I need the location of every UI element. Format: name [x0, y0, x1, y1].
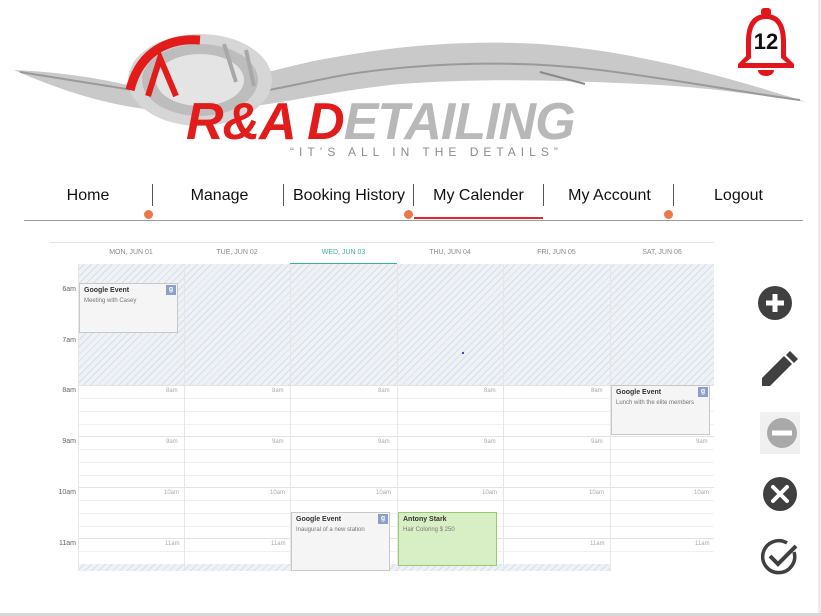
- half-hour-line: [78, 462, 714, 463]
- nav-logout[interactable]: Logout: [674, 178, 803, 219]
- slot-label: 9am: [378, 439, 390, 445]
- hour-label: 10am: [58, 489, 76, 496]
- notification-count: 12: [753, 29, 779, 54]
- day-column-line: [184, 264, 185, 571]
- slot-label: 10am: [164, 490, 180, 496]
- slot-label: 8am: [272, 388, 284, 394]
- week-calendar: MON, JUN 01 TUE, JUN 02 WED, JUN 03 THU,…: [50, 242, 714, 574]
- remove-icon: [760, 412, 800, 454]
- slot-label: 11am: [165, 541, 180, 547]
- event-title: Google Event: [296, 516, 342, 523]
- event-title: Antony Stark: [403, 516, 447, 523]
- event-subtitle: Meeting with Casey: [84, 298, 137, 304]
- notifications-button[interactable]: 12: [734, 8, 798, 80]
- slot-label: 11am: [590, 541, 605, 547]
- day-header[interactable]: FRI, JUN 05: [503, 249, 610, 256]
- nav-separator: [152, 184, 153, 206]
- slot-label: 11am: [271, 541, 286, 547]
- calendar-event[interactable]: Google Event Inaugural of a new station …: [291, 512, 390, 571]
- slot-label: 9am: [696, 439, 708, 445]
- nav-my-account[interactable]: My Account: [544, 178, 675, 219]
- day-column-line: [503, 264, 504, 571]
- slot-label: 9am: [272, 439, 284, 445]
- slot-label: 10am: [694, 490, 710, 496]
- slot-label: 10am: [270, 490, 286, 496]
- remove-button[interactable]: [760, 412, 800, 454]
- brand-name-red: R&A D: [186, 93, 345, 151]
- calendar-event[interactable]: Google Event Lunch with the elite member…: [611, 385, 710, 435]
- nav-booking-history[interactable]: Booking History: [285, 178, 413, 219]
- brand-name-grey: ETAILING: [343, 93, 576, 151]
- day-header[interactable]: TUE, JUN 02: [184, 249, 290, 256]
- hour-line: [78, 538, 714, 539]
- day-header-today[interactable]: WED, JUN 03: [290, 249, 397, 256]
- calendar-grid[interactable]: 8am 8am 8am 8am 8am 9am 9am 9am 9am 9am …: [78, 264, 714, 571]
- slot-label: 10am: [482, 490, 498, 496]
- hour-label: 6am: [62, 286, 76, 293]
- slot-label: 8am: [378, 388, 390, 394]
- check-icon: [761, 538, 798, 575]
- calendar-event[interactable]: Google Event Meeting with Casey g: [79, 283, 178, 333]
- cursor-dot: [462, 352, 464, 354]
- google-icon: g: [698, 387, 708, 397]
- close-icon: [763, 477, 797, 511]
- nav-marker: [144, 210, 153, 219]
- half-hour-line: [78, 475, 714, 476]
- event-subtitle: Lunch with the elite members: [616, 400, 695, 406]
- calendar-header: MON, JUN 01 TUE, JUN 02 WED, JUN 03 THU,…: [50, 242, 714, 265]
- nav-home[interactable]: Home: [24, 178, 152, 219]
- nav-manage[interactable]: Manage: [154, 178, 285, 219]
- slot-label: 10am: [589, 490, 605, 496]
- brand-name: R&A DETAILING: [186, 93, 576, 151]
- event-subtitle: Inaugural of a new station: [296, 527, 365, 533]
- hour-label: 9am: [62, 438, 76, 445]
- confirm-button[interactable]: [761, 538, 799, 576]
- slot-label: 9am: [484, 439, 496, 445]
- hour-label: 11am: [59, 540, 76, 547]
- event-title: Google Event: [84, 287, 130, 294]
- half-hour-line: [78, 526, 714, 527]
- day-header[interactable]: SAT, JUN 06: [610, 249, 714, 256]
- half-hour-line: [78, 500, 714, 501]
- edit-icon: [762, 351, 798, 386]
- slot-label: 9am: [166, 439, 178, 445]
- google-icon: g: [166, 285, 176, 295]
- slot-label: 10am: [376, 490, 392, 496]
- nav-separator: [283, 184, 284, 206]
- hour-line: [78, 436, 714, 437]
- event-subtitle: Hair Coloring $ 250: [403, 527, 455, 533]
- slot-label: 9am: [591, 439, 603, 445]
- brand-tagline: “IT’S ALL IN THE DETAILS”: [290, 145, 563, 159]
- hour-label: 7am: [62, 337, 76, 344]
- add-icon: [758, 286, 792, 320]
- google-icon: g: [378, 514, 388, 524]
- half-hour-line: [78, 513, 714, 514]
- edit-button[interactable]: [760, 350, 798, 388]
- hour-line: [78, 487, 714, 488]
- add-button[interactable]: [757, 285, 793, 321]
- slot-label: 8am: [484, 388, 496, 394]
- half-hour-line: [78, 449, 714, 450]
- nav-my-calender[interactable]: My Calender: [414, 178, 543, 219]
- hour-label: 8am: [62, 387, 76, 394]
- nav-marker: [664, 210, 673, 219]
- day-header[interactable]: MON, JUN 01: [78, 249, 184, 256]
- calendar-event[interactable]: Antony Stark Hair Coloring $ 250: [398, 512, 497, 566]
- slot-label: 11am: [695, 541, 710, 547]
- main-navigation: Home Manage Booking History My Calender …: [24, 178, 803, 221]
- cancel-button[interactable]: [762, 476, 798, 512]
- half-hour-line: [78, 551, 714, 552]
- event-title: Google Event: [616, 389, 662, 396]
- nav-marker: [404, 210, 413, 219]
- slot-label: 8am: [166, 388, 178, 394]
- day-header[interactable]: THU, JUN 04: [397, 249, 503, 256]
- slot-label: 8am: [591, 388, 603, 394]
- brand-logo: R&A DETAILING “IT’S ALL IN THE DETAILS”: [0, 0, 821, 170]
